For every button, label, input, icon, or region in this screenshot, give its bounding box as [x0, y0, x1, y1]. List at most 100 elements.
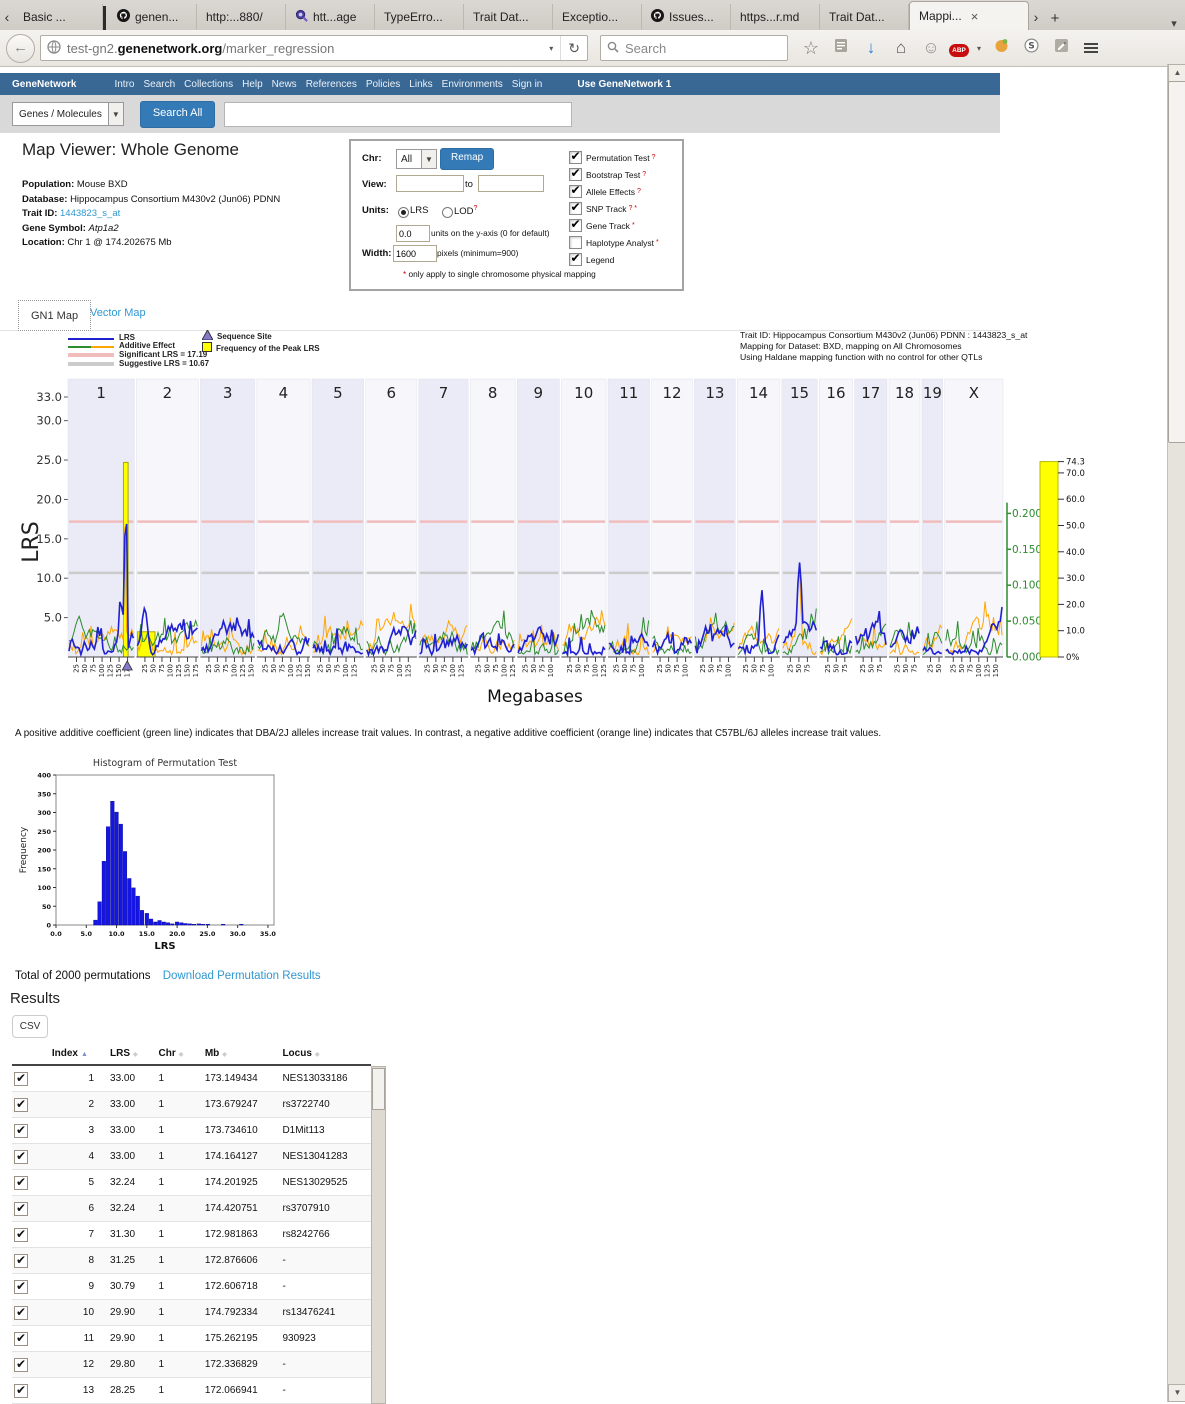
column-header-chr[interactable]: Chr◆ — [156, 1043, 202, 1065]
global-search-input[interactable] — [224, 102, 572, 127]
nav-link-help[interactable]: Help — [242, 79, 263, 90]
reload-button[interactable]: ↻ — [560, 36, 587, 60]
tab-gn1-map[interactable]: GN1 Map — [18, 300, 91, 331]
tab-close-icon[interactable]: × — [971, 9, 979, 24]
s-addon-icon[interactable]: S — [1016, 38, 1046, 58]
tab-vector-map[interactable]: Vector Map — [90, 307, 146, 319]
view-to-input[interactable] — [478, 175, 544, 192]
checkbox-bootstrap-test[interactable]: ✔ — [569, 168, 582, 181]
row-checkbox[interactable]: ✔ — [14, 1098, 28, 1112]
column-header-locus[interactable]: Locus◆ — [280, 1043, 371, 1065]
row-checkbox[interactable]: ✔ — [14, 1358, 28, 1372]
use-genenetwork1-link[interactable]: Use GeneNetwork 1 — [577, 79, 671, 90]
browser-tab-5[interactable]: TypeErro... — [375, 4, 464, 30]
feedback-smiley-icon[interactable]: ☺ — [916, 38, 946, 58]
help-marker[interactable]: ? — [642, 171, 646, 178]
all-tabs-dropdown-button[interactable]: ▾ — [1163, 17, 1185, 30]
nav-link-search[interactable]: Search — [143, 79, 175, 90]
y-units-input[interactable] — [396, 225, 430, 242]
remap-button[interactable]: Remap — [440, 148, 494, 170]
browser-tab-2[interactable]: genen... — [108, 4, 197, 30]
row-checkbox[interactable]: ✔ — [14, 1202, 28, 1216]
browser-tab-10[interactable]: Trait Dat... — [820, 4, 909, 30]
browser-tab-8[interactable]: Issues... — [642, 4, 731, 30]
checkbox-snp-track[interactable]: ✔ — [569, 202, 582, 215]
genenetwork-brand[interactable]: GeneNetwork — [12, 79, 76, 90]
checkbox-permutation-test[interactable]: ✔ — [569, 151, 582, 164]
whole-genome-lrs-chart[interactable]: LRS5.010.015.020.025.030.033.01234567891… — [0, 372, 1100, 717]
url-bar[interactable]: test-gn2.genenetwork.org/marker_regressi… — [40, 35, 588, 61]
scroll-up-button[interactable]: ▲ — [1168, 64, 1185, 82]
bookmarks-sidebar-icon[interactable] — [826, 38, 856, 58]
row-checkbox[interactable]: ✔ — [14, 1280, 28, 1294]
row-checkbox[interactable]: ✔ — [14, 1176, 28, 1190]
download-permutation-link[interactable]: Download Permutation Results — [163, 970, 321, 982]
new-tab-button[interactable]: + — [1043, 6, 1067, 30]
url-history-dropdown[interactable]: ▾ — [542, 36, 560, 60]
row-checkbox[interactable]: ✔ — [14, 1384, 28, 1398]
nav-link-links[interactable]: Links — [409, 79, 432, 90]
row-checkbox[interactable]: ✔ — [14, 1306, 28, 1320]
column-header-lrs[interactable]: LRS◆ — [108, 1043, 156, 1065]
nav-link-references[interactable]: References — [306, 79, 357, 90]
orange-addon-icon[interactable] — [986, 38, 1016, 58]
row-checkbox[interactable]: ✔ — [14, 1332, 28, 1346]
sort-icon-locus[interactable]: ◆ — [315, 1052, 320, 1058]
adblock-plus-icon[interactable]: ABP — [946, 39, 972, 57]
window-scrollbar[interactable]: ▲ ▼ — [1167, 64, 1185, 1402]
units-lrs-radio[interactable] — [398, 207, 409, 218]
edit-addon-icon[interactable] — [1046, 38, 1076, 58]
help-marker[interactable]: ? * — [628, 205, 637, 212]
sort-icon-chr[interactable]: ◆ — [179, 1052, 184, 1058]
adblock-dropdown-icon[interactable]: ▾ — [972, 44, 986, 53]
browser-tab-1[interactable]: Basic ... — [14, 4, 103, 30]
sort-icon-mb[interactable]: ◆ — [222, 1052, 227, 1058]
width-input[interactable] — [393, 245, 437, 262]
checkbox-gene-track[interactable]: ✔ — [569, 219, 582, 232]
csv-export-button[interactable]: CSV — [12, 1015, 48, 1038]
row-checkbox[interactable]: ✔ — [14, 1150, 28, 1164]
nav-link-policies[interactable]: Policies — [366, 79, 400, 90]
row-checkbox[interactable]: ✔ — [14, 1124, 28, 1138]
row-checkbox[interactable]: ✔ — [14, 1072, 28, 1086]
downloads-icon[interactable]: ↓ — [856, 38, 886, 58]
search-all-button[interactable]: Search All — [140, 101, 216, 128]
checkbox-legend[interactable]: ✔ — [569, 253, 582, 266]
checkbox-haplotype-analyst[interactable] — [569, 236, 582, 249]
browser-tab-7[interactable]: Exceptio... — [553, 4, 642, 30]
checkbox-allele-effects[interactable]: ✔ — [569, 185, 582, 198]
sort-icon-lrs[interactable]: ◆ — [133, 1052, 138, 1058]
view-from-input[interactable] — [396, 175, 464, 192]
scroll-down-button[interactable]: ▼ — [1168, 1384, 1185, 1402]
bookmark-star-icon[interactable]: ☆ — [796, 38, 826, 59]
browser-tab-11[interactable]: Mappi...× — [909, 1, 1029, 30]
window-scrollbar-thumb[interactable] — [1168, 81, 1185, 443]
help-marker[interactable]: ? — [637, 188, 641, 195]
row-checkbox[interactable]: ✔ — [14, 1228, 28, 1242]
home-icon[interactable]: ⌂ — [886, 38, 916, 58]
browser-tab-3[interactable]: http:...880/ — [197, 4, 286, 30]
search-field[interactable]: Search — [600, 35, 788, 61]
help-marker[interactable]: ? — [652, 154, 656, 161]
units-lod-radio[interactable] — [442, 207, 453, 218]
menu-hamburger-icon[interactable] — [1076, 41, 1106, 55]
trait-id-link[interactable]: 1443823_s_at — [60, 208, 120, 219]
help-marker[interactable]: * — [656, 239, 659, 246]
browser-tab-9[interactable]: https...r.md — [731, 4, 820, 30]
table-scrollbar[interactable] — [371, 1066, 386, 1404]
site-identity-globe-icon[interactable] — [41, 40, 67, 57]
column-header-mb[interactable]: Mb◆ — [203, 1043, 281, 1065]
tab-scroll-left-button[interactable]: ‹ — [0, 4, 14, 30]
back-button[interactable]: ← — [6, 34, 35, 63]
column-header-index[interactable]: Index▲ — [50, 1043, 108, 1065]
tab-scroll-right-button[interactable]: › — [1029, 4, 1043, 30]
browser-tab-6[interactable]: Trait Dat... — [464, 4, 553, 30]
nav-link-intro[interactable]: Intro — [114, 79, 134, 90]
sort-icon-index[interactable]: ▲ — [81, 1051, 88, 1058]
nav-link-collections[interactable]: Collections — [184, 79, 233, 90]
search-category-select[interactable]: Genes / Molecules ▼ — [12, 102, 124, 126]
nav-link-news[interactable]: News — [272, 79, 297, 90]
url-text[interactable]: test-gn2.genenetwork.org/marker_regressi… — [67, 41, 542, 56]
chromosome-select[interactable]: All ▼ — [396, 149, 437, 169]
table-scrollbar-thumb[interactable] — [372, 1068, 385, 1110]
